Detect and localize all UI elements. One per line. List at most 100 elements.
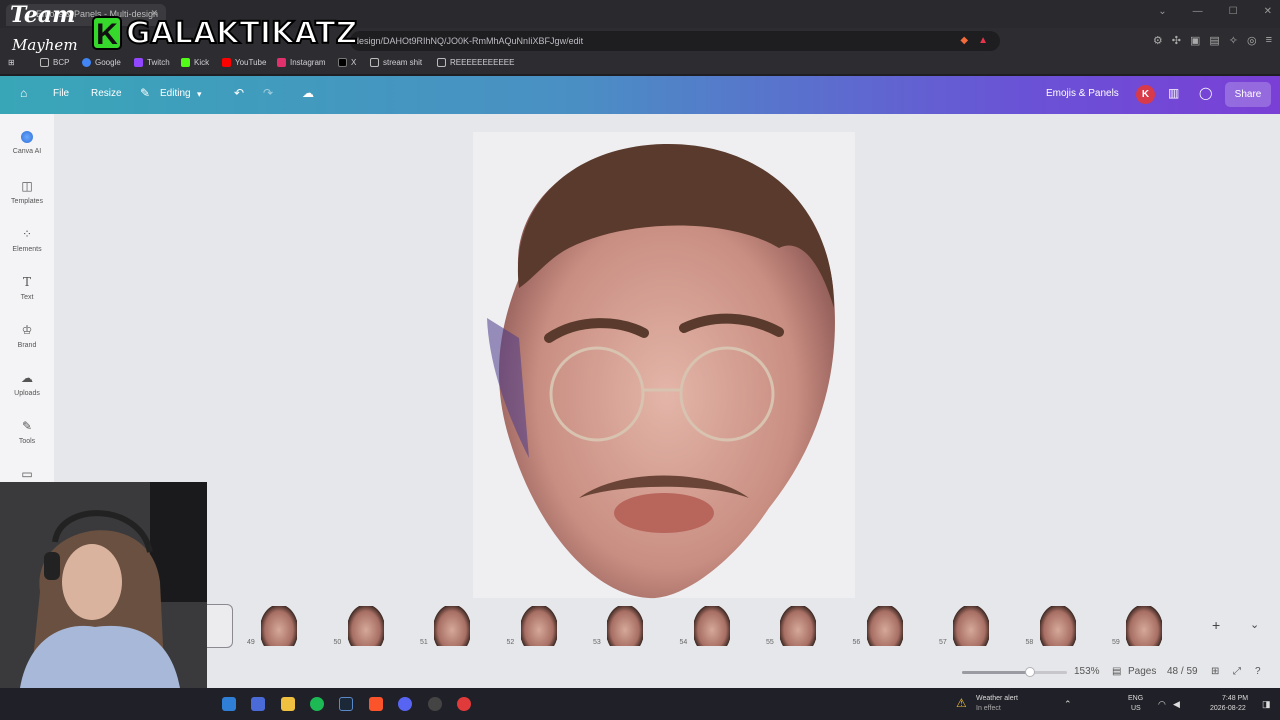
spotify-icon[interactable] — [310, 697, 324, 711]
close-window-icon[interactable]: ✕ — [1264, 6, 1272, 17]
sidebar-item-projects[interactable]: ▭ — [0, 467, 54, 481]
sidebar-item-canva-ai[interactable]: Canva AI — [0, 131, 54, 155]
editing-mode-button[interactable]: Editing — [160, 88, 191, 99]
vpn-icon[interactable]: ◎ — [1247, 34, 1257, 47]
calculator-icon[interactable] — [251, 697, 265, 711]
sidebar-item-elements[interactable]: ⁘ Elements — [0, 227, 54, 253]
resize-button[interactable]: Resize — [91, 88, 122, 99]
page-thumbnail[interactable]: 58 — [1022, 604, 1094, 648]
clock-date: 2026-08-22 — [1210, 705, 1246, 712]
maximize-icon[interactable]: ☐ — [1229, 6, 1238, 17]
sidebar-item-tools[interactable]: ✎ Tools — [0, 419, 54, 445]
folder-icon: ▭ — [21, 467, 33, 481]
menu-icon[interactable]: ≡ — [1266, 34, 1272, 47]
document-title[interactable]: Emojis & Panels — [1046, 88, 1119, 99]
page-thumbnail[interactable]: 51 — [416, 604, 488, 648]
window-controls: ⌄ — ☐ ✕ — [1158, 6, 1272, 17]
file-explorer-icon[interactable] — [281, 697, 295, 711]
design-page[interactable] — [473, 132, 855, 600]
logo-team-text: Team — [10, 2, 76, 28]
page-thumbnail[interactable]: 54 — [676, 604, 748, 648]
chevron-down-icon[interactable]: ⌄ — [1158, 6, 1166, 17]
sidebar-item-templates[interactable]: ◫ Templates — [0, 179, 54, 205]
fullscreen-icon[interactable]: ⤢ — [1233, 666, 1241, 677]
url-text: design/DAHOt9RIhNQ/JO0K-RmMhAQuNnIiXBFJg… — [354, 36, 584, 46]
page-thumbnail[interactable]: 59 — [1108, 604, 1180, 648]
thumbnail-current-page[interactable] — [207, 604, 233, 648]
puzzle-icon[interactable]: ✣ — [1172, 34, 1181, 47]
avatar[interactable]: K — [1136, 85, 1155, 104]
bookmark-reeee[interactable]: REEEEEEEEEEE — [437, 58, 514, 67]
obs-icon[interactable] — [428, 697, 442, 711]
thumbnail-page-number: 56 — [852, 639, 861, 646]
webcam-overlay — [0, 482, 207, 688]
pages-button[interactable]: Pages — [1128, 666, 1156, 677]
logo-mayhem-text: Mayhem — [12, 36, 78, 54]
thumbnail-face-image — [520, 606, 557, 646]
page-thumbnail[interactable]: 53 — [589, 604, 661, 648]
thumbnail-page-number: 49 — [247, 639, 255, 646]
grid-view-icon[interactable]: ⊞ — [1211, 666, 1219, 677]
extension-icon[interactable]: ⚙ — [1153, 34, 1163, 47]
editor-footer: 153% ▤ Pages 48 / 59 ⊞ ⤢ ? — [207, 656, 1280, 688]
weather-title[interactable]: Weather alert — [976, 695, 1018, 702]
discord-icon[interactable] — [398, 697, 412, 711]
pages-icon: ▤ — [1112, 666, 1122, 677]
help-icon[interactable]: ? — [1255, 666, 1261, 677]
page-thumbnail[interactable]: 49 — [243, 604, 315, 648]
start-icon[interactable] — [222, 697, 236, 711]
region: US — [1131, 705, 1141, 712]
page-thumbnail[interactable]: 56 — [849, 604, 921, 648]
add-page-icon[interactable]: + — [1212, 617, 1220, 633]
chevron-up-icon[interactable]: ⌃ — [1064, 699, 1072, 710]
thumbnail-face-image — [607, 606, 643, 646]
bookmark-stream-shit[interactable]: stream shit — [370, 58, 422, 67]
file-menu[interactable]: File — [53, 88, 69, 99]
comment-icon[interactable]: ◯ — [1199, 86, 1212, 100]
undo-icon[interactable]: ↶ — [234, 86, 244, 100]
home-icon[interactable]: ⌂ — [20, 86, 27, 100]
share-button[interactable]: Share — [1225, 82, 1271, 107]
analytics-icon[interactable]: ▥ — [1168, 86, 1179, 100]
brave-rewards-icon[interactable]: ▲ — [978, 35, 988, 46]
minimize-icon[interactable]: — — [1193, 6, 1203, 17]
volume-icon[interactable]: ◀ — [1173, 699, 1180, 710]
clock-time[interactable]: 7:48 PM — [1222, 695, 1248, 702]
notifications-icon[interactable]: ◨ — [1262, 699, 1271, 710]
sidebar-item-text[interactable]: T Text — [0, 275, 54, 301]
canvas-area — [54, 114, 1280, 688]
page-thumbnail[interactable]: 57 — [935, 604, 1007, 648]
thumbnail-face-image — [866, 606, 903, 646]
redo-icon[interactable]: ↷ — [263, 86, 273, 100]
steam-icon[interactable] — [339, 697, 353, 711]
page-thumbnail[interactable]: 52 — [503, 604, 575, 648]
sidebar-icon[interactable]: ▣ — [1190, 34, 1200, 47]
url-field[interactable]: design/DAHOt9RIhNQ/JO0K-RmMhAQuNnIiXBFJg… — [350, 31, 1000, 51]
thumbnail-page-number: 52 — [506, 639, 515, 646]
chevron-down-icon[interactable]: ⌄ — [1250, 618, 1259, 631]
wifi-icon[interactable]: ◠ — [1158, 699, 1166, 710]
cloud-saved-icon[interactable]: ☁ — [302, 86, 314, 100]
thumbnail-page-number: 59 — [1112, 639, 1120, 646]
zoom-level[interactable]: 153% — [1074, 666, 1100, 677]
page-thumbnail[interactable]: 50 — [330, 604, 402, 648]
sidebar-item-uploads[interactable]: ☁ Uploads — [0, 371, 54, 397]
zoom-slider-fill — [962, 671, 1031, 674]
sidebar-item-brand[interactable]: ♔ Brand — [0, 323, 54, 349]
face-cutout-image[interactable] — [479, 138, 849, 600]
chevron-down-icon[interactable]: ▾ — [197, 89, 202, 100]
warning-icon: ⚠ — [956, 696, 967, 710]
brave-icon[interactable] — [369, 697, 383, 711]
brave-shield-icon[interactable]: ◆ — [960, 35, 968, 46]
zoom-slider[interactable] — [962, 667, 1067, 677]
record-icon[interactable] — [457, 697, 471, 711]
text-icon: T — [22, 275, 31, 289]
wallet-icon[interactable]: ▤ — [1209, 34, 1219, 47]
zoom-slider-handle[interactable] — [1025, 667, 1036, 677]
ai-icon[interactable]: ✧ — [1229, 34, 1238, 47]
thumbnail-page-number: 50 — [333, 639, 342, 646]
page-thumbnail[interactable]: 55 — [762, 604, 834, 648]
elements-icon: ⁘ — [21, 227, 33, 241]
canva-ai-icon — [21, 131, 33, 143]
language[interactable]: ENG — [1128, 695, 1143, 702]
